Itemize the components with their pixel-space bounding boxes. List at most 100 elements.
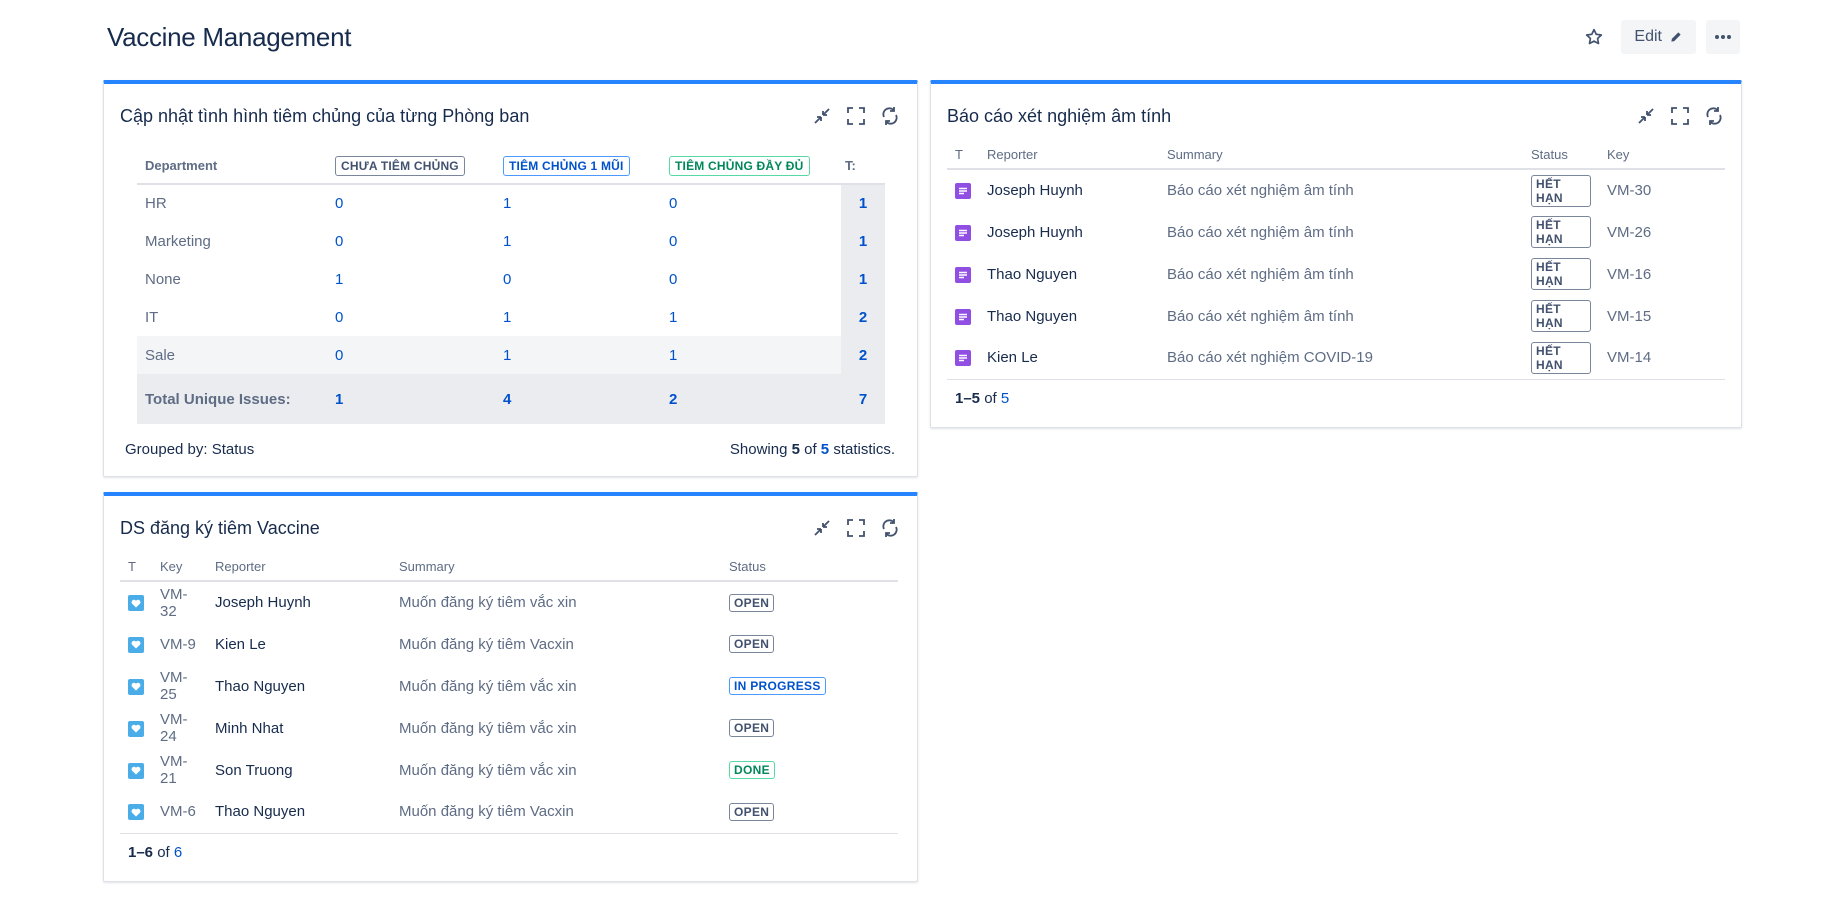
total-cell[interactable]: 2 — [661, 374, 841, 424]
summary-link[interactable]: Muốn đăng ký tiêm vắc xin — [391, 707, 721, 749]
pager-total-link[interactable]: 6 — [174, 844, 182, 861]
minimize-button[interactable] — [1635, 105, 1657, 127]
stats-cell[interactable]: 1 — [327, 260, 495, 298]
status-cell: HẾT HẠN — [1523, 337, 1599, 380]
fullscreen-button[interactable] — [845, 517, 867, 539]
star-icon — [1586, 28, 1603, 45]
issue-key-link[interactable]: VM-14 — [1599, 337, 1725, 380]
issue-key-link[interactable]: VM-24 — [152, 707, 207, 749]
stats-cell[interactable]: 1 — [661, 298, 841, 336]
stats-cell[interactable]: 0 — [327, 222, 495, 260]
issue-key-link[interactable]: VM-32 — [152, 581, 207, 623]
col-type[interactable]: T — [947, 141, 979, 170]
summary-link[interactable]: Báo cáo xét nghiệm âm tính — [1159, 253, 1523, 295]
fullscreen-button[interactable] — [1669, 105, 1691, 127]
status-badge: OPEN — [729, 593, 775, 612]
col-total[interactable]: T: — [841, 148, 885, 185]
table-header-row: T Key Reporter Summary Status — [120, 553, 898, 582]
showing-total[interactable]: 5 — [821, 441, 829, 458]
refresh-button[interactable] — [879, 105, 901, 127]
summary-link[interactable]: Muốn đăng ký tiêm vắc xin — [391, 665, 721, 707]
col-key[interactable]: Key — [152, 553, 207, 582]
issue-key-link[interactable]: VM-25 — [152, 665, 207, 707]
summary-link[interactable]: Muốn đăng ký tiêm Vacxin — [391, 791, 721, 834]
col-status[interactable]: Status — [721, 553, 898, 582]
reporter-cell: Thao Nguyen — [987, 307, 1078, 325]
stats-cell[interactable]: 1 — [495, 222, 661, 260]
star-button[interactable] — [1577, 20, 1611, 54]
stats-cell[interactable]: 0 — [661, 260, 841, 298]
table-row[interactable]: VM-6 Thao Nguyen Muốn đăng ký tiêm Vacxi… — [120, 791, 898, 834]
col-status[interactable]: Status — [1523, 141, 1599, 170]
col-reporter[interactable]: Reporter — [207, 553, 391, 582]
summary-link[interactable]: Muốn đăng ký tiêm vắc xin — [391, 749, 721, 791]
summary-link[interactable]: Báo cáo xét nghiệm âm tính — [1159, 211, 1523, 253]
stats-total-cell[interactable]: 1 — [841, 260, 885, 298]
refresh-button[interactable] — [1703, 105, 1725, 127]
summary-link[interactable]: Báo cáo xét nghiệm COVID-19 — [1159, 337, 1523, 380]
stats-table: Department CHƯA TIÊM CHỦNG TIÊM CHỦNG 1 … — [137, 148, 885, 424]
table-row[interactable]: Thao Nguyen Báo cáo xét nghiệm âm tính H… — [947, 295, 1725, 337]
edit-button[interactable]: Edit — [1621, 20, 1696, 54]
table-row[interactable]: Thao Nguyen Báo cáo xét nghiệm âm tính H… — [947, 253, 1725, 295]
col-reporter[interactable]: Reporter — [979, 141, 1159, 170]
col-department[interactable]: Department — [137, 148, 327, 185]
col-type[interactable]: T — [120, 553, 152, 582]
issue-key-link[interactable]: VM-6 — [152, 791, 207, 834]
total-cell[interactable]: 1 — [327, 374, 495, 424]
gadget-title: Báo cáo xét nghiệm âm tính — [947, 105, 1172, 126]
table-row[interactable]: VM-24 Minh Nhat Muốn đăng ký tiêm vắc xi… — [120, 707, 898, 749]
stats-cell[interactable]: 1 — [495, 184, 661, 222]
issue-key-link[interactable]: VM-30 — [1599, 169, 1725, 211]
table-row[interactable]: VM-32 Joseph Huynh Muốn đăng ký tiêm vắc… — [120, 581, 898, 623]
showing-prefix: Showing — [729, 441, 788, 458]
refresh-button[interactable] — [879, 517, 901, 539]
table-row[interactable]: VM-21 Son Truong Muốn đăng ký tiêm vắc x… — [120, 749, 898, 791]
minimize-button[interactable] — [811, 105, 833, 127]
stats-total-cell[interactable]: 2 — [841, 336, 885, 374]
summary-link[interactable]: Muốn đăng ký tiêm vắc xin — [391, 581, 721, 623]
summary-link[interactable]: Muốn đăng ký tiêm Vacxin — [391, 623, 721, 665]
pager-of: of — [157, 844, 170, 861]
stats-cell[interactable]: 0 — [661, 184, 841, 222]
issue-key-link[interactable]: VM-15 — [1599, 295, 1725, 337]
stats-total-cell[interactable]: 2 — [841, 298, 885, 336]
stats-cell[interactable]: 1 — [495, 336, 661, 374]
reporter-cell: Kien Le — [215, 635, 266, 653]
table-row[interactable]: VM-9 Kien Le Muốn đăng ký tiêm Vacxin OP… — [120, 623, 898, 665]
minimize-button[interactable] — [811, 517, 833, 539]
summary-link[interactable]: Báo cáo xét nghiệm âm tính — [1159, 169, 1523, 211]
stats-total-cell[interactable]: 1 — [841, 184, 885, 222]
grand-total-cell[interactable]: 7 — [841, 374, 885, 424]
pager-total-link[interactable]: 5 — [1001, 390, 1009, 407]
col-not-vaccinated[interactable]: CHƯA TIÊM CHỦNG — [327, 148, 495, 185]
table-row[interactable]: Kien Le Báo cáo xét nghiệm COVID-19 HẾT … — [947, 337, 1725, 380]
issue-key-link[interactable]: VM-21 — [152, 749, 207, 791]
status-cell: IN PROGRESS — [721, 665, 898, 707]
stats-cell[interactable]: 0 — [661, 222, 841, 260]
stats-cell[interactable]: 0 — [327, 184, 495, 222]
summary-link[interactable]: Báo cáo xét nghiệm âm tính — [1159, 295, 1523, 337]
issue-key-link[interactable]: VM-16 — [1599, 253, 1725, 295]
col-one-dose[interactable]: TIÊM CHỦNG 1 MŨI — [495, 148, 661, 185]
stats-cell[interactable]: 1 — [495, 298, 661, 336]
issue-key-link[interactable]: VM-9 — [152, 623, 207, 665]
col-summary[interactable]: Summary — [391, 553, 721, 582]
col-fully-vaccinated[interactable]: TIÊM CHỦNG ĐẦY ĐỦ — [661, 148, 841, 185]
type-cell — [947, 337, 979, 380]
stats-cell[interactable]: 0 — [327, 336, 495, 374]
more-button[interactable] — [1706, 20, 1740, 54]
table-row[interactable]: Joseph Huynh Báo cáo xét nghiệm âm tính … — [947, 211, 1725, 253]
col-summary[interactable]: Summary — [1159, 141, 1523, 170]
table-row[interactable]: Joseph Huynh Báo cáo xét nghiệm âm tính … — [947, 169, 1725, 211]
stats-cell[interactable]: 0 — [495, 260, 661, 298]
stats-header-row: Department CHƯA TIÊM CHỦNG TIÊM CHỦNG 1 … — [137, 148, 885, 185]
table-row[interactable]: VM-25 Thao Nguyen Muốn đăng ký tiêm vắc … — [120, 665, 898, 707]
stats-cell[interactable]: 1 — [661, 336, 841, 374]
fullscreen-button[interactable] — [845, 105, 867, 127]
stats-cell[interactable]: 0 — [327, 298, 495, 336]
col-key[interactable]: Key — [1599, 141, 1725, 170]
issue-key-link[interactable]: VM-26 — [1599, 211, 1725, 253]
total-cell[interactable]: 4 — [495, 374, 661, 424]
stats-total-cell[interactable]: 1 — [841, 222, 885, 260]
